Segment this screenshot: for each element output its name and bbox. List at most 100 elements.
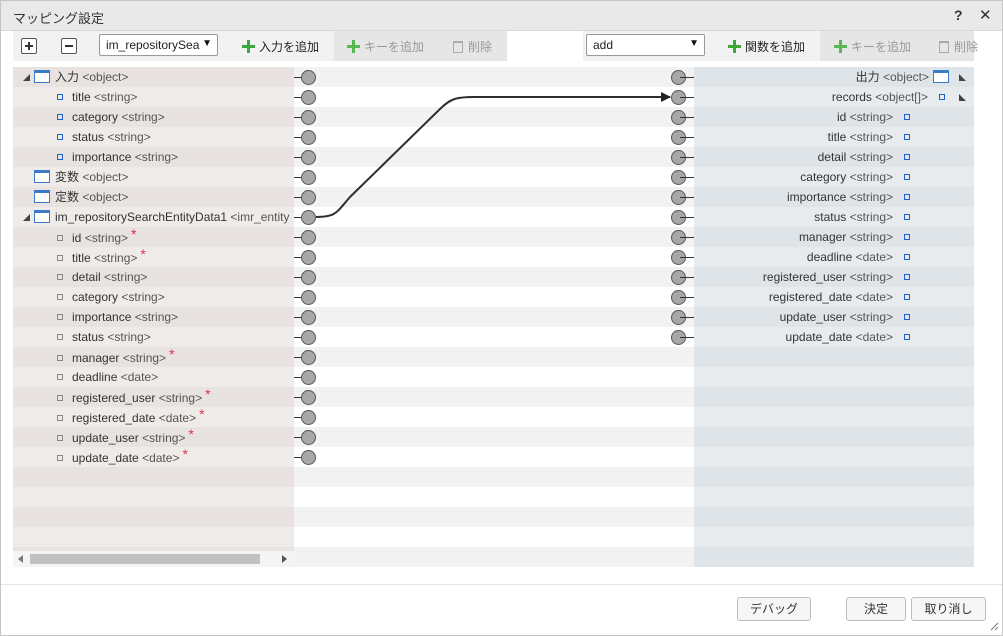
left-connector-handle[interactable] [301, 290, 316, 305]
node-type: <string> [107, 130, 151, 144]
node-label: status [814, 210, 850, 224]
ok-button[interactable]: 決定 [846, 597, 906, 621]
left-panel-scrollbar[interactable] [13, 551, 294, 567]
title-bar[interactable]: マッピング設定 ? ✕ [1, 1, 1002, 31]
field-icon [57, 334, 63, 340]
add-key-button-right[interactable]: キーを追加 [834, 38, 911, 54]
left-connector-handle[interactable] [301, 370, 316, 385]
right-tree-node[interactable]: update_user <string> [780, 307, 910, 327]
node-label: registered_user [72, 391, 159, 405]
left-connector-handle[interactable] [301, 330, 316, 345]
left-tree-node[interactable]: 定数 <object> [13, 187, 128, 207]
right-tree-node[interactable]: status <string> [814, 207, 910, 227]
left-connector-handle[interactable] [301, 210, 316, 225]
node-type: <string> [84, 231, 129, 245]
left-tree-node[interactable]: detail <string> [13, 267, 147, 287]
left-tree-node[interactable]: id <string> * [13, 226, 137, 247]
left-connector-handle[interactable] [301, 110, 316, 125]
left-tree-node[interactable]: update_date <date> * [13, 446, 188, 467]
delete-button-right[interactable]: 削除 [939, 38, 978, 54]
left-connector-handle[interactable] [301, 390, 316, 405]
left-tree-node[interactable]: update_user <string> * [13, 426, 194, 447]
expand-all-button[interactable] [21, 38, 37, 54]
left-connector-handle[interactable] [301, 410, 316, 425]
left-tree-node[interactable]: importance <string> [13, 307, 178, 327]
node-type: <date> [855, 250, 893, 264]
right-tree-node[interactable]: registered_user <string> [763, 267, 910, 287]
expand-triangle-icon[interactable] [23, 214, 30, 221]
left-connector-handle[interactable] [301, 270, 316, 285]
help-icon[interactable]: ? [954, 7, 963, 23]
left-connector-handle[interactable] [301, 350, 316, 365]
left-connector-handle[interactable] [301, 150, 316, 165]
left-connector-handle[interactable] [301, 70, 316, 85]
right-tree-node[interactable]: deadline <date> [807, 247, 910, 267]
left-tree-node[interactable]: registered_date <date> * [13, 406, 205, 427]
left-tree-node[interactable]: manager <string> * [13, 346, 175, 367]
close-icon[interactable]: ✕ [979, 6, 992, 24]
left-connector-handle[interactable] [301, 310, 316, 325]
plus-icon [242, 40, 255, 53]
left-tree-node[interactable]: 変数 <object> [13, 167, 128, 187]
left-tree-node[interactable]: status <string> [13, 127, 151, 147]
left-tree-node[interactable]: title <string> * [13, 246, 146, 267]
right-tree-node[interactable]: category <string> [800, 167, 910, 187]
add-function-button[interactable]: 関数を追加 [728, 38, 805, 54]
field-icon [57, 395, 63, 401]
field-icon [904, 294, 910, 300]
left-connector-handle[interactable] [301, 430, 316, 445]
node-type: <string> [122, 351, 167, 365]
connector-stub [680, 257, 694, 258]
expand-triangle-icon[interactable] [23, 74, 30, 81]
left-connector-handle[interactable] [301, 250, 316, 265]
right-tree-node[interactable]: registered_date <date> [769, 287, 910, 307]
debug-button[interactable]: デバッグ [737, 597, 811, 621]
resize-grip-icon[interactable] [989, 621, 999, 631]
left-tree-node[interactable]: category <string> [13, 287, 165, 307]
object-icon [34, 70, 50, 83]
right-tree-node[interactable]: importance <string> [787, 187, 910, 207]
right-tree-node[interactable]: 出力 <object> [856, 67, 970, 87]
add-key-label-left: キーを追加 [364, 40, 425, 54]
left-tree-node[interactable]: importance <string> [13, 147, 178, 167]
left-tree-node[interactable]: deadline <date> [13, 367, 158, 387]
expand-triangle-icon[interactable] [959, 94, 966, 101]
field-icon [904, 314, 910, 320]
right-tree-node[interactable]: detail <string> [818, 147, 910, 167]
right-tree-node[interactable]: update_date <date> [786, 327, 910, 347]
left-connector-handle[interactable] [301, 190, 316, 205]
node-label: registered_user [762, 270, 850, 284]
field-icon [57, 154, 63, 160]
left-tree-node[interactable]: im_repositorySearchEntityData1 <imr_enti… [13, 207, 289, 227]
right-tree-node[interactable]: id <string> [837, 107, 910, 127]
left-tree-node[interactable]: registered_user <string> * [13, 386, 211, 407]
left-tree-node[interactable]: category <string> [13, 107, 165, 127]
scroll-left-icon[interactable] [18, 555, 23, 563]
collapse-all-button[interactable] [61, 38, 77, 54]
left-connector-handle[interactable] [301, 90, 316, 105]
left-connector-handle[interactable] [301, 170, 316, 185]
right-tree-node[interactable]: records <object[]> [832, 87, 970, 107]
left-tree-node[interactable]: status <string> [13, 327, 151, 347]
left-tree-node[interactable]: title <string> [13, 87, 137, 107]
left-tree-node[interactable]: 入力 <object> [13, 67, 128, 87]
scroll-right-icon[interactable] [282, 555, 287, 563]
left-connector-handle[interactable] [301, 230, 316, 245]
field-icon [904, 234, 910, 240]
right-tree-node[interactable]: title <string> [828, 127, 910, 147]
cancel-button[interactable]: 取り消し [911, 597, 986, 621]
node-type: <date> [142, 451, 180, 465]
function-select[interactable]: add ▼ [586, 34, 705, 56]
left-connector-handle[interactable] [301, 130, 316, 145]
left-connector-handle[interactable] [301, 450, 316, 465]
expand-triangle-icon[interactable] [959, 74, 966, 81]
connector-stub [680, 337, 694, 338]
scrollbar-thumb[interactable] [30, 554, 260, 564]
field-icon [904, 134, 910, 140]
mapping-link[interactable] [315, 92, 671, 218]
input-source-select[interactable]: im_repositorySea ▼ [99, 34, 218, 56]
add-key-button-left[interactable]: キーを追加 [347, 38, 424, 54]
delete-button-left[interactable]: 削除 [453, 38, 492, 54]
add-input-button[interactable]: 入力を追加 [242, 38, 319, 54]
right-tree-node[interactable]: manager <string> [799, 227, 910, 247]
